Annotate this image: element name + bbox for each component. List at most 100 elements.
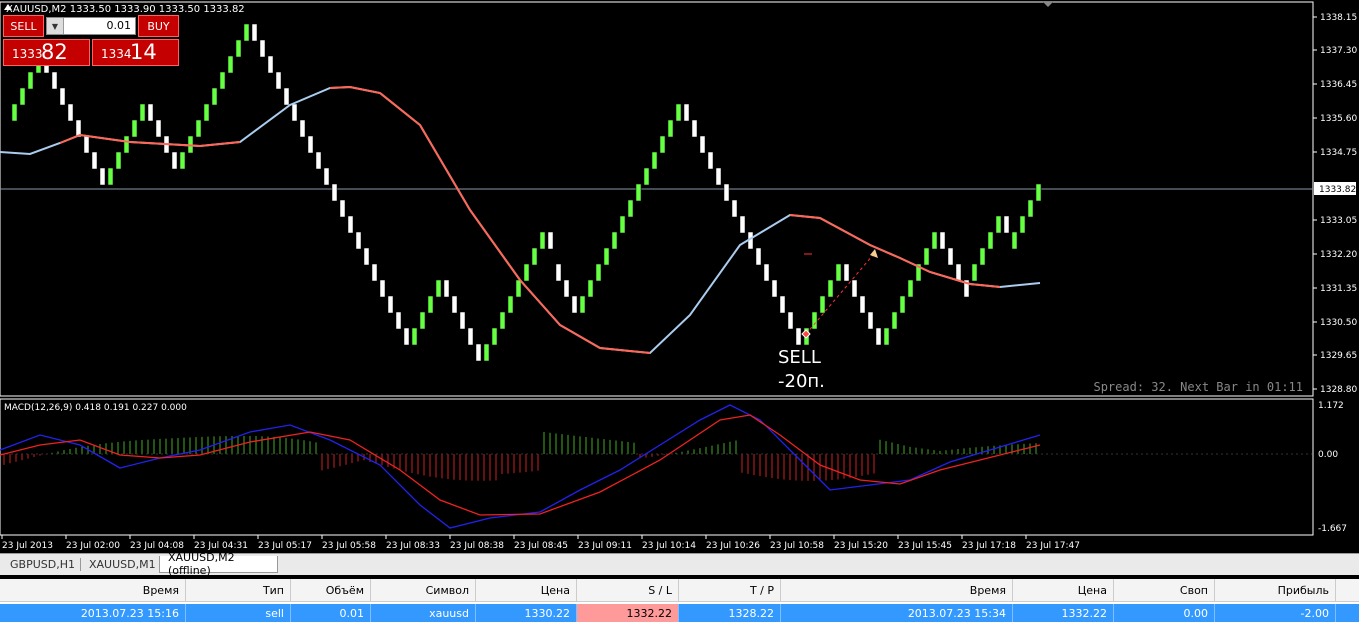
price-tick-label: 1331.35 [1320, 284, 1357, 294]
buy-price-small: 1334 [101, 47, 132, 61]
col-price[interactable]: Цена [476, 579, 577, 601]
table-row[interactable]: 2013.07.23 15:16 sell 0.01 xauusd 1330.2… [0, 604, 1359, 622]
time-tick-label: 23 Jul 08:33 [386, 541, 440, 551]
bear-brick [275, 71, 282, 90]
chevron-down-icon[interactable]: ▼ [47, 18, 64, 34]
bear-brick [555, 263, 562, 282]
bear-brick [459, 311, 466, 330]
lot-size-input[interactable]: ▼ 0.01 [46, 17, 136, 35]
current-price-label: 1333.82 [1319, 185, 1356, 195]
bull-brick [971, 263, 978, 282]
bull-brick [987, 231, 994, 250]
row-close-price: 1332.22 [1013, 604, 1114, 622]
price-axis: 1338.15 1337.30 1336.45 1335.60 1334.75 1333.… [1313, 13, 1357, 395]
bear-brick [947, 247, 954, 266]
bear-brick [251, 23, 258, 42]
bear-brick [395, 311, 402, 330]
chart-shift-marker[interactable] [1043, 2, 1053, 7]
bear-brick [171, 151, 178, 170]
col-time[interactable]: Время [0, 579, 186, 601]
bull-brick [219, 71, 226, 90]
bull-brick [411, 327, 418, 346]
bull-brick [595, 263, 602, 282]
bull-brick [1035, 183, 1042, 202]
bear-brick [387, 295, 394, 314]
bull-brick [923, 247, 930, 266]
buy-button[interactable]: BUY [138, 15, 179, 37]
bull-brick [507, 295, 514, 314]
time-tick-label: 23 Jul 15:45 [898, 541, 952, 551]
row-volume: 0.01 [291, 604, 371, 622]
bear-brick [475, 343, 482, 362]
bull-brick [211, 87, 218, 106]
bull-brick [619, 215, 626, 234]
time-tick-label: 23 Jul 17:18 [962, 541, 1016, 551]
bear-brick [315, 151, 322, 170]
bull-brick [1019, 215, 1026, 234]
time-tick-label: 23 Jul 02:00 [66, 541, 120, 551]
col-profit[interactable]: Прибыль [1215, 579, 1336, 601]
tab-gbpusd-h1[interactable]: GBPUSD,H1 [2, 556, 80, 573]
col-close-time[interactable]: Время [781, 579, 1013, 601]
col-type[interactable]: Тип [186, 579, 291, 601]
tab-xauusd-m1[interactable]: XAUUSD,M1 [81, 556, 158, 573]
bear-brick [371, 263, 378, 282]
sell-button[interactable]: SELL [3, 15, 44, 37]
bull-brick [115, 151, 122, 170]
bear-brick [451, 295, 458, 314]
bull-brick [531, 247, 538, 266]
time-tick-label: 23 Jul 15:20 [834, 541, 888, 551]
row-symbol: xauusd [371, 604, 476, 622]
bull-brick [427, 295, 434, 314]
bull-brick [899, 295, 906, 314]
bear-brick [443, 279, 450, 298]
bear-brick [347, 215, 354, 234]
bull-brick [435, 279, 442, 298]
bear-brick [283, 87, 290, 106]
col-close-price[interactable]: Цена [1013, 579, 1114, 601]
bear-brick [403, 327, 410, 346]
bull-brick [11, 103, 18, 122]
bull-brick [227, 55, 234, 74]
bear-brick [1003, 215, 1010, 234]
bull-brick [131, 119, 138, 138]
tab-xauusd-m2-offline[interactable]: XAUUSD,M2 (offline) [159, 551, 278, 577]
bear-brick [323, 167, 330, 186]
bull-brick [419, 311, 426, 330]
one-click-trade-panel: SELL ▼ 0.01 BUY 1333 82 1334 14 [3, 15, 179, 66]
price-tick-label: 1332.20 [1320, 250, 1357, 260]
bull-brick [979, 247, 986, 266]
bear-brick [67, 103, 74, 122]
bear-brick [779, 295, 786, 314]
bear-brick [851, 279, 858, 298]
time-tick-label: 23 Jul 10:26 [706, 541, 760, 551]
bull-brick [1027, 199, 1034, 218]
bull-brick [611, 231, 618, 250]
col-volume[interactable]: Объём [291, 579, 371, 601]
col-symbol[interactable]: Символ [371, 579, 476, 601]
bull-brick [643, 167, 650, 186]
time-tick-label: 23 Jul 2013 [2, 541, 53, 551]
bear-brick [99, 167, 106, 186]
price-tick-label: 1338.15 [1320, 13, 1357, 23]
col-swap[interactable]: Своп [1114, 579, 1215, 601]
bull-brick [107, 167, 114, 186]
col-tp[interactable]: T / P [679, 579, 781, 601]
bull-brick [667, 119, 674, 138]
bull-brick [651, 151, 658, 170]
bull-brick [523, 263, 530, 282]
col-sl[interactable]: S / L [577, 579, 679, 601]
sell-price-button[interactable]: 1333 82 [3, 39, 90, 66]
bear-brick [379, 279, 386, 298]
bull-brick [835, 263, 842, 282]
bull-brick [203, 103, 210, 122]
orders-table: Время Тип Объём Символ Цена S / L T / P … [0, 579, 1359, 622]
bull-brick [579, 295, 586, 314]
chart-area[interactable]: XAUUSD,M2 1333.50 1333.90 1333.50 1333.8… [0, 0, 1359, 553]
close-marker [870, 249, 878, 258]
buy-price-button[interactable]: 1334 14 [92, 39, 179, 66]
bull-brick [515, 279, 522, 298]
bear-brick [755, 247, 762, 266]
macd-histogram [1, 432, 1312, 481]
price-chart[interactable]: XAUUSD,M2 1333.50 1333.90 1333.50 1333.8… [0, 0, 1359, 553]
